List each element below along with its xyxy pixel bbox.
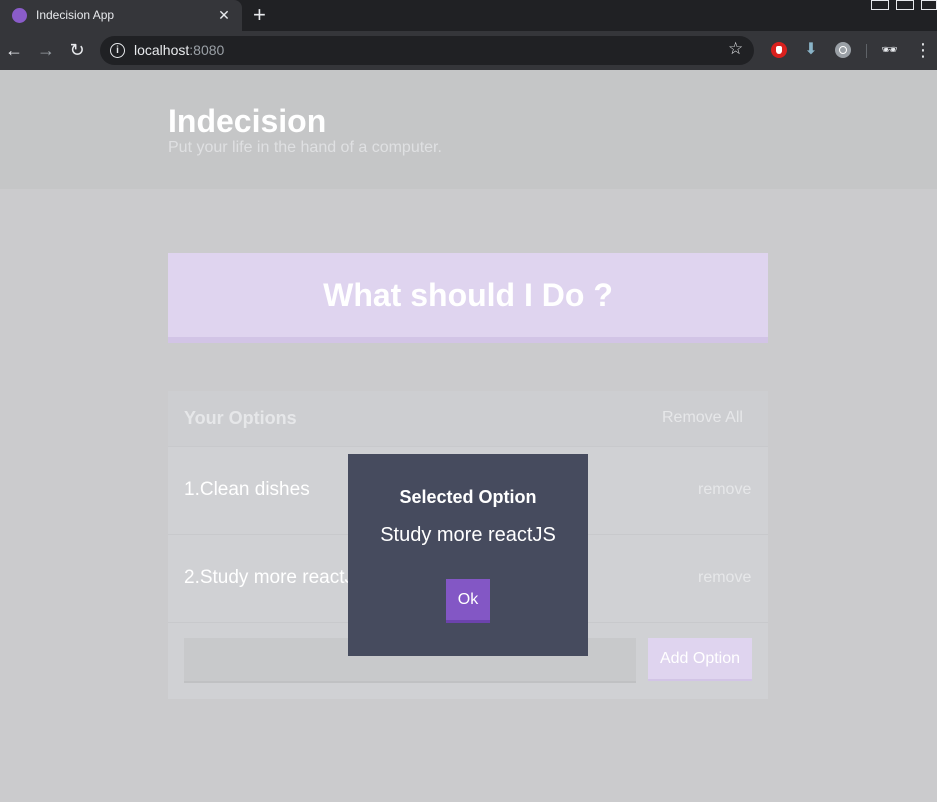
option-remove-button[interactable]: remove — [698, 569, 751, 587]
tab-title: Indecision App — [36, 8, 115, 22]
incognito-extension-icon[interactable]: 🕶 — [881, 42, 898, 58]
bookmark-star-icon[interactable]: ☆ — [728, 39, 743, 59]
what-should-i-do-button[interactable]: What should I Do ? — [168, 253, 768, 343]
adblock-extension-icon[interactable] — [771, 42, 787, 58]
reload-icon[interactable]: ↻ — [67, 40, 87, 60]
remove-all-button[interactable]: Remove All — [662, 409, 743, 427]
options-title: Your Options — [184, 408, 297, 428]
maximize-icon[interactable] — [896, 0, 914, 10]
browser-tab[interactable]: Indecision App ✕ — [0, 0, 242, 31]
minimize-icon[interactable] — [871, 0, 889, 10]
option-text: 1.Clean dishes — [184, 479, 310, 500]
add-option-button[interactable]: Add Option — [648, 638, 752, 681]
tab-close-icon[interactable]: ✕ — [217, 5, 231, 25]
option-text: 2.Study more reactJS — [184, 567, 367, 588]
new-tab-icon[interactable]: + — [253, 3, 266, 27]
forward-icon[interactable]: → — [36, 40, 56, 60]
browser-menu-icon[interactable]: ⋮ — [914, 40, 932, 60]
ok-button[interactable]: Ok — [446, 579, 490, 623]
power-extension-icon[interactable] — [835, 42, 851, 58]
favicon-icon — [12, 8, 27, 23]
tab-strip: Indecision App ✕ + — [0, 0, 937, 31]
toolbar-divider — [866, 44, 867, 58]
info-icon[interactable]: i — [110, 43, 125, 58]
download-extension-icon[interactable]: ⬇ — [803, 42, 819, 58]
back-icon[interactable]: ← — [4, 40, 24, 60]
option-remove-button[interactable]: remove — [698, 481, 751, 499]
address-bar[interactable]: i localhost:8080 ☆ — [100, 36, 754, 65]
app-subtitle: Put your life in the hand of a computer. — [168, 139, 442, 156]
selected-option-modal: Selected Option Study more reactJS Ok — [348, 454, 588, 656]
url-text: localhost:8080 — [134, 42, 224, 58]
modal-title: Selected Option — [399, 487, 537, 507]
page: Indecision Put your life in the hand of … — [0, 70, 937, 802]
window-close-icon[interactable] — [921, 0, 937, 10]
options-header: Your Options Remove All — [168, 391, 768, 447]
app-header: Indecision Put your life in the hand of … — [0, 70, 937, 189]
url-port: :8080 — [189, 42, 225, 58]
browser-toolbar: ← → ↻ i localhost:8080 ☆ ⬇ 🕶 ⋮ — [0, 31, 937, 70]
modal-selected-option: Study more reactJS — [380, 524, 556, 546]
url-host: localhost — [134, 42, 190, 58]
app-title: Indecision — [168, 103, 327, 139]
